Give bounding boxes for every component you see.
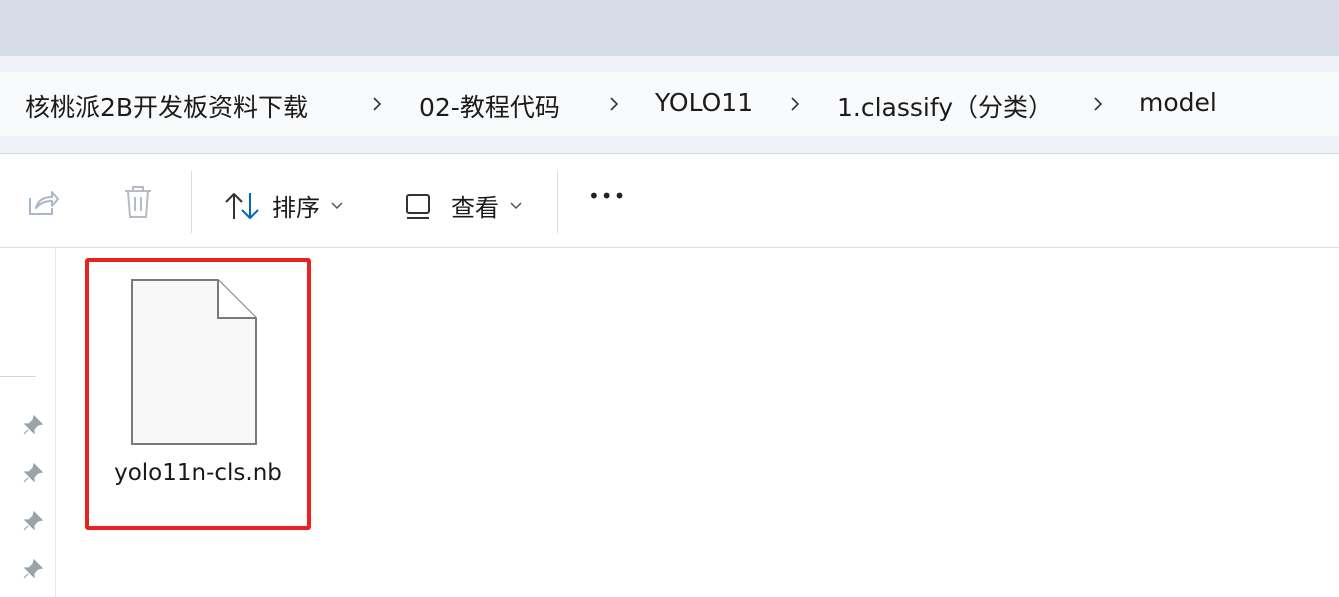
sort-arrows-icon [224, 191, 260, 221]
sort-button[interactable]: 排序 [224, 188, 344, 223]
command-bar: 排序 查看 ••• [0, 154, 1339, 248]
breadcrumb-item-yolo11[interactable]: YOLO11 [655, 88, 753, 117]
window-title-bar [0, 0, 1339, 56]
toolbar-divider [557, 171, 558, 233]
chevron-down-icon [330, 196, 344, 215]
more-options-button[interactable]: ••• [588, 184, 626, 208]
toolbar-divider [191, 171, 192, 233]
navigation-pane [0, 248, 56, 597]
view-button[interactable]: 查看 [405, 188, 523, 223]
chevron-right-icon [787, 96, 803, 112]
trash-icon [123, 185, 153, 223]
breadcrumb[interactable]: 核桃派2B开发板资料下载 02-教程代码 YOLO11 1.classify（分… [0, 72, 1339, 136]
pin-icon[interactable] [22, 558, 44, 584]
file-name: yolo11n-cls.nb [114, 460, 282, 486]
chevron-down-icon [509, 196, 523, 215]
pin-icon[interactable] [22, 510, 44, 536]
file-item-selected[interactable]: yolo11n-cls.nb [85, 258, 311, 530]
breadcrumb-item-root[interactable]: 核桃派2B开发板资料下载 [25, 88, 308, 124]
share-button[interactable] [26, 186, 60, 222]
pin-icon[interactable] [22, 414, 44, 440]
file-icon [130, 278, 258, 450]
breadcrumb-item-classify[interactable]: 1.classify（分类） [837, 88, 1053, 124]
pin-icon[interactable] [22, 462, 44, 488]
more-icon: ••• [588, 184, 627, 208]
share-icon [26, 186, 60, 222]
chevron-right-icon [1090, 96, 1106, 112]
breadcrumb-item-tutorial-code[interactable]: 02-教程代码 [419, 88, 560, 124]
view-icon [405, 191, 431, 221]
delete-button[interactable] [123, 185, 153, 223]
chevron-right-icon [369, 96, 385, 112]
nav-divider [0, 376, 36, 377]
breadcrumb-item-model[interactable]: model [1139, 88, 1217, 117]
chevron-right-icon [606, 96, 622, 112]
view-label: 查看 [451, 194, 499, 222]
sort-label: 排序 [272, 194, 320, 222]
